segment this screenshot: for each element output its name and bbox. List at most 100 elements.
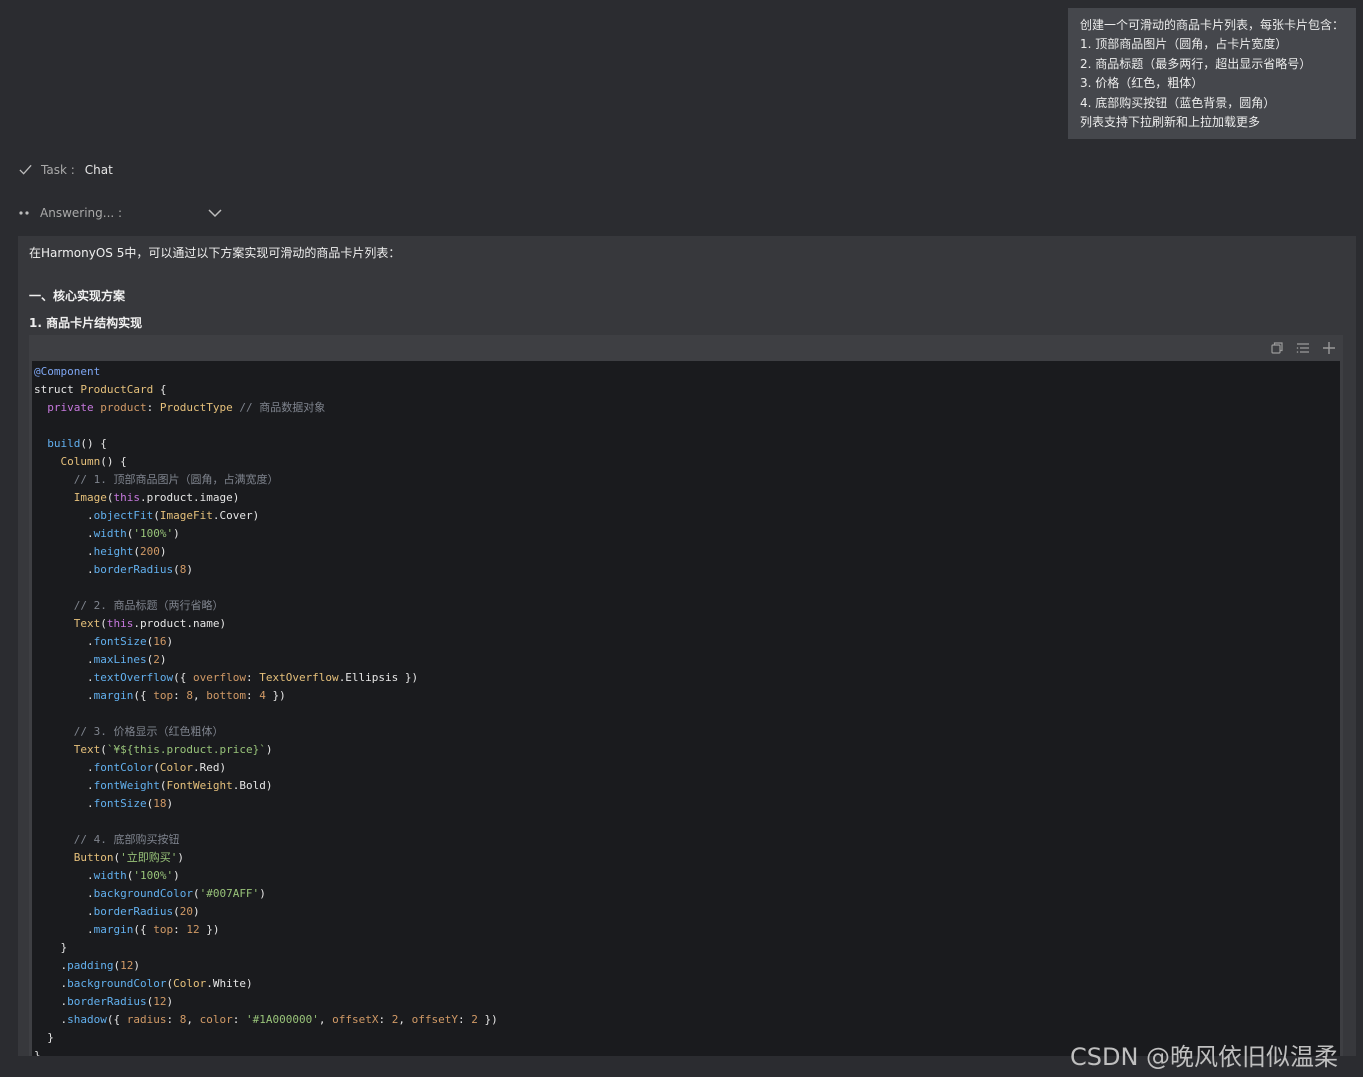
code-line: .borderRadius(8)	[34, 561, 1340, 579]
code-line: build() {	[34, 435, 1340, 453]
code-token: '#007AFF'	[199, 887, 260, 900]
code-token: )	[265, 743, 273, 756]
code-token: 12	[120, 959, 134, 972]
code-line: .margin({ top: 12 })	[34, 921, 1340, 939]
code-token: (	[192, 887, 200, 900]
chevron-down-icon[interactable]	[207, 205, 223, 221]
code-token: radius	[126, 1013, 167, 1026]
copy-icon[interactable]	[1269, 340, 1285, 356]
code-token: shadow	[67, 1013, 107, 1026]
list-icon[interactable]	[1295, 340, 1311, 356]
code-token: color	[199, 1013, 233, 1026]
code-token: .	[34, 1013, 68, 1026]
code-line: private product: ProductType // 商品数据对象	[34, 399, 1340, 417]
code-token: maxLines	[93, 653, 147, 666]
code-line: Column() {	[34, 453, 1340, 471]
code-token: 18	[153, 797, 167, 810]
user-message-line: 3. 价格（红色，粗体）	[1080, 76, 1204, 91]
code-token: `¥${this.product.price}`	[106, 743, 266, 756]
code-line: .textOverflow({ overflow: TextOverflow.E…	[34, 669, 1340, 687]
code-line: .height(200)	[34, 543, 1340, 561]
code-token: .Bold)	[232, 779, 273, 792]
code-token: borderRadius	[93, 563, 174, 576]
code-token: }	[34, 1049, 41, 1056]
code-token: this	[106, 617, 134, 630]
code-line: .fontColor(Color.Red)	[34, 759, 1340, 777]
code-token: }	[34, 941, 68, 954]
code-line: // 1. 顶部商品图片（圆角，占满宽度）	[34, 471, 1340, 489]
code-line: Button('立即购买')	[34, 849, 1340, 867]
code-token: 16	[153, 635, 167, 648]
code-token: .	[34, 761, 94, 774]
assistant-answer-panel: 在HarmonyOS 5中，可以通过以下方案实现可滑动的商品卡片列表： 一、核心…	[18, 236, 1356, 1056]
task-row: Task : Chat	[18, 162, 113, 177]
code-token: )	[173, 527, 180, 540]
code-token: .	[34, 689, 94, 702]
user-message-line: 2. 商品标题（最多两行，超出显示省略号）	[1080, 56, 1312, 71]
code-token: .	[34, 635, 94, 648]
code-token: ({	[173, 671, 193, 684]
code-token: (	[100, 617, 107, 630]
code-token: .	[34, 995, 68, 1008]
code-token: })	[477, 1013, 498, 1026]
code-token: ImageFit	[159, 509, 213, 522]
code-line: .fontSize(18)	[34, 795, 1340, 813]
code-token: .	[34, 905, 94, 918]
code-token: ,	[318, 1013, 333, 1026]
user-message-line: 列表支持下拉刷新和上拉加载更多	[1080, 115, 1261, 130]
code-token: 4	[259, 689, 266, 702]
code-token: (	[153, 761, 160, 774]
code-token: '#1A000000'	[246, 1013, 319, 1026]
code-token: this	[113, 491, 141, 504]
code-token: {	[153, 383, 167, 396]
code-line: .width('100%')	[34, 525, 1340, 543]
code-line: .objectFit(ImageFit.Cover)	[34, 507, 1340, 525]
code-token: (	[153, 509, 160, 522]
code-token: bottom	[206, 689, 246, 702]
code-token: )	[159, 653, 167, 666]
code-line: .backgroundColor(Color.White)	[34, 975, 1340, 993]
code-token: )	[173, 869, 180, 882]
code-line: .borderRadius(12)	[34, 993, 1340, 1011]
code-token: // 3. 价格显示（红色粗体）	[73, 725, 224, 738]
code-token: margin	[93, 923, 134, 936]
code-token: ,	[398, 1013, 412, 1026]
code-token: ,	[192, 689, 207, 702]
code-token: 200	[139, 545, 160, 558]
code-token: '立即购买'	[120, 851, 178, 864]
code-token: width	[93, 869, 127, 882]
code-line: Text(this.product.name)	[34, 615, 1340, 633]
answering-status[interactable]: Answering... :	[18, 205, 223, 221]
code-token: Image	[73, 491, 107, 504]
code-token: fontColor	[93, 761, 154, 774]
code-token: .	[34, 545, 94, 558]
code-token: :	[173, 689, 187, 702]
code-token: Column	[60, 455, 101, 468]
code-token: (	[106, 491, 114, 504]
code-token: TextOverflow	[259, 671, 339, 684]
code-line: // 2. 商品标题（两行省略）	[34, 597, 1340, 615]
code-token: Text	[73, 743, 101, 756]
code-line: .backgroundColor('#007AFF')	[34, 885, 1340, 903]
code-token: .Cover)	[212, 509, 260, 522]
code-token: :	[457, 1013, 472, 1026]
code-line: .margin({ top: 8, bottom: 4 })	[34, 687, 1340, 705]
code-token: .	[34, 563, 94, 576]
code-token: .	[34, 509, 94, 522]
code-line: .padding(12)	[34, 957, 1340, 975]
code-token: )	[133, 959, 140, 972]
plus-icon[interactable]	[1321, 340, 1337, 356]
code-token: :	[146, 401, 160, 414]
code-token: width	[93, 527, 127, 540]
code-token: @Component	[34, 365, 101, 378]
code-line: }	[34, 939, 1340, 957]
code-line: // 4. 底部购买按钮	[34, 831, 1340, 849]
code-token: .	[34, 671, 94, 684]
task-label: Task :	[41, 162, 75, 177]
code-token: borderRadius	[93, 905, 174, 918]
